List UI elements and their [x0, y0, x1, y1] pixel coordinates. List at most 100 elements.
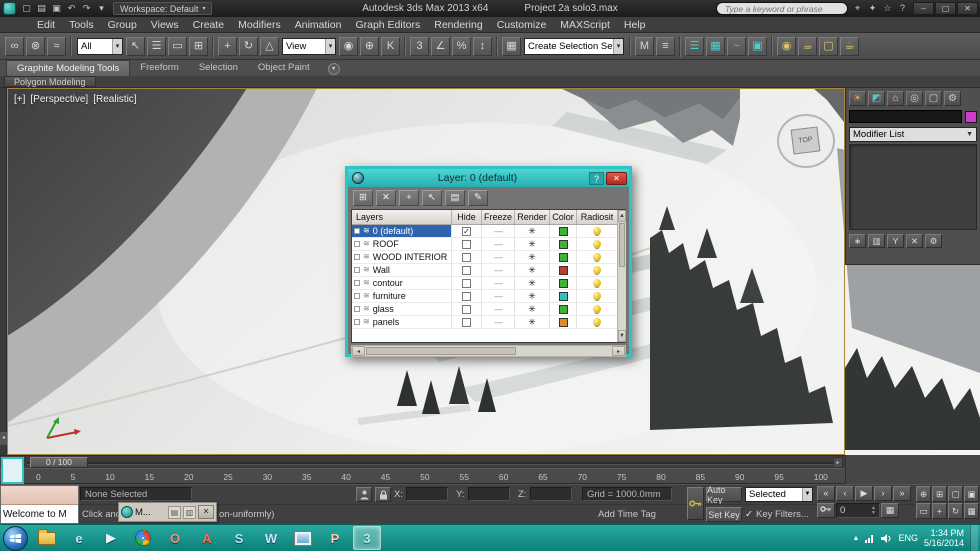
hide-checkbox[interactable]: ✓: [462, 226, 471, 236]
layer-row[interactable]: ≋ WOOD INTERIOR ----- ✳: [352, 251, 617, 264]
column-header-hide[interactable]: Hide: [452, 210, 482, 224]
curve-editor-icon[interactable]: ~: [727, 36, 746, 56]
color-swatch[interactable]: [558, 239, 568, 249]
percent-snap-icon[interactable]: %: [452, 36, 471, 56]
scrollbar-thumb[interactable]: [619, 223, 625, 267]
select-and-link-icon[interactable]: ∞: [5, 36, 24, 56]
layer-render-cell[interactable]: ✳: [515, 251, 550, 263]
column-header-radiosit[interactable]: Radiosit: [577, 210, 617, 224]
maximize-button[interactable]: ▢: [935, 2, 956, 15]
network-icon[interactable]: [865, 534, 875, 543]
media-player-icon[interactable]: ▶: [97, 526, 125, 550]
chrome-icon[interactable]: [129, 526, 157, 550]
layer-radiosity-cell[interactable]: [577, 277, 617, 289]
radiosity-icon[interactable]: [593, 240, 601, 248]
select-by-name-icon[interactable]: ☰: [147, 36, 166, 56]
rectangular-selection-icon[interactable]: ▭: [168, 36, 187, 56]
layer-radiosity-cell[interactable]: [577, 238, 617, 250]
bind-to-space-warp-icon[interactable]: ≈: [47, 36, 66, 56]
favorites-icon[interactable]: ☆: [880, 2, 895, 15]
mirror-icon[interactable]: M: [635, 36, 654, 56]
rendered-frame-icon[interactable]: ▢: [819, 36, 838, 56]
current-frame-field[interactable]: 0 ▲ ▼: [836, 503, 880, 518]
layer-freeze-cell[interactable]: -----: [482, 290, 515, 302]
layer-row[interactable]: ≋ contour ----- ✳: [352, 277, 617, 290]
layer-row[interactable]: ≋ 0 (default) ✓ ----- ✳: [352, 225, 617, 238]
3ds-max-icon[interactable]: 3: [353, 526, 381, 550]
layer-hide-cell[interactable]: [452, 251, 482, 263]
add-time-tag[interactable]: Add Time Tag: [598, 509, 656, 520]
photo-viewer-icon[interactable]: [289, 526, 317, 550]
volume-icon[interactable]: [881, 533, 892, 543]
language-indicator[interactable]: ENG: [898, 533, 918, 543]
dock-collapse-icon[interactable]: ◂: [0, 432, 7, 445]
freeze-toggle[interactable]: -----: [494, 292, 503, 301]
layer-radiosity-cell[interactable]: [577, 264, 617, 276]
scroll-up-icon[interactable]: ▲: [618, 210, 626, 222]
max-logo-icon[interactable]: [3, 2, 16, 15]
column-header-render[interactable]: Render: [515, 210, 550, 224]
tab-polygon-modeling[interactable]: Polygon Modeling: [4, 76, 96, 87]
render-production-icon[interactable]: ☕: [840, 36, 859, 56]
menu-tools[interactable]: Tools: [62, 17, 101, 33]
render-setup-icon[interactable]: ☕: [798, 36, 817, 56]
layer-color-cell[interactable]: [550, 238, 577, 250]
snaps-toggle-icon[interactable]: 3: [410, 36, 429, 56]
ribbon-tab-graphite-modeling-tools[interactable]: Graphite Modeling Tools: [6, 60, 131, 76]
skype-icon[interactable]: S: [225, 526, 253, 550]
layer-manager-icon[interactable]: ☰: [685, 36, 704, 56]
layer-render-cell[interactable]: ✳: [515, 225, 550, 237]
zoom-all-icon[interactable]: ⊞: [932, 486, 947, 502]
layer-render-cell[interactable]: ✳: [515, 303, 550, 315]
macro-recorder-pane[interactable]: [1, 486, 78, 505]
expand-icon[interactable]: [354, 254, 360, 260]
modify-tab-icon[interactable]: ◩: [868, 91, 885, 106]
zoom-extents-all-icon[interactable]: ▣: [964, 486, 979, 502]
internet-explorer-icon[interactable]: e: [65, 526, 93, 550]
layer-freeze-cell[interactable]: -----: [482, 303, 515, 315]
scroll-down-icon[interactable]: ▼: [618, 330, 626, 342]
make-unique-icon[interactable]: Y: [887, 234, 904, 248]
next-frame-button[interactable]: ›: [874, 486, 892, 501]
search-go-icon[interactable]: ⌖: [850, 2, 865, 15]
layer-name-cell[interactable]: ≋ WOOD INTERIOR: [352, 251, 452, 263]
set-key-toggle[interactable]: [687, 487, 704, 520]
layer-hide-cell[interactable]: [452, 277, 482, 289]
menu-group[interactable]: Group: [101, 17, 144, 33]
render-toggle[interactable]: ✳: [528, 265, 536, 276]
add-selection-to-layer-icon[interactable]: +: [399, 190, 419, 206]
layer-freeze-cell[interactable]: -----: [482, 238, 515, 250]
selection-lock-icon[interactable]: [375, 487, 391, 502]
key-filters-button[interactable]: Key Filters...: [756, 509, 809, 520]
auto-key-button[interactable]: Auto Key: [706, 485, 742, 505]
modifier-stack[interactable]: [849, 144, 977, 230]
viewport-menu-general[interactable]: [+]: [14, 94, 25, 105]
radiosity-icon[interactable]: [593, 266, 601, 274]
select-and-manipulate-icon[interactable]: ⊕: [360, 36, 379, 56]
layer-row[interactable]: ≋ panels ----- ✳: [352, 316, 617, 329]
dialog-close-button[interactable]: ✕: [606, 171, 627, 185]
hide-checkbox[interactable]: [462, 291, 471, 301]
menu-customize[interactable]: Customize: [490, 17, 554, 33]
spinner-icon[interactable]: ▲ ▼: [871, 505, 876, 516]
help-icon[interactable]: ?: [895, 2, 910, 15]
layer-hide-cell[interactable]: [452, 316, 482, 328]
expand-icon[interactable]: [354, 306, 360, 312]
viewcube[interactable]: TOP: [777, 114, 835, 168]
keyboard-override-icon[interactable]: K: [381, 36, 400, 56]
column-header-freeze[interactable]: Freeze: [482, 210, 515, 224]
go-to-start-button[interactable]: «: [817, 486, 835, 501]
show-end-result-icon[interactable]: ▥: [868, 234, 885, 248]
remove-modifier-icon[interactable]: ✕: [906, 234, 923, 248]
layer-row[interactable]: ≋ Wall ----- ✳: [352, 264, 617, 277]
start-button[interactable]: [3, 525, 28, 551]
dialog-title-bar[interactable]: Layer: 0 (default) ? ✕: [348, 169, 629, 187]
layer-row[interactable]: ≋ furniture ----- ✳: [352, 290, 617, 303]
named-sets-dropdown[interactable]: Create Selection Se ▾: [524, 37, 624, 55]
scroll-right-icon[interactable]: ▸: [612, 346, 625, 356]
layer-row[interactable]: ≋ glass ----- ✳: [352, 303, 617, 316]
layer-name-cell[interactable]: ≋ furniture: [352, 290, 452, 302]
color-swatch[interactable]: [558, 291, 568, 301]
hide-checkbox[interactable]: [462, 278, 471, 288]
color-swatch[interactable]: [558, 304, 568, 314]
